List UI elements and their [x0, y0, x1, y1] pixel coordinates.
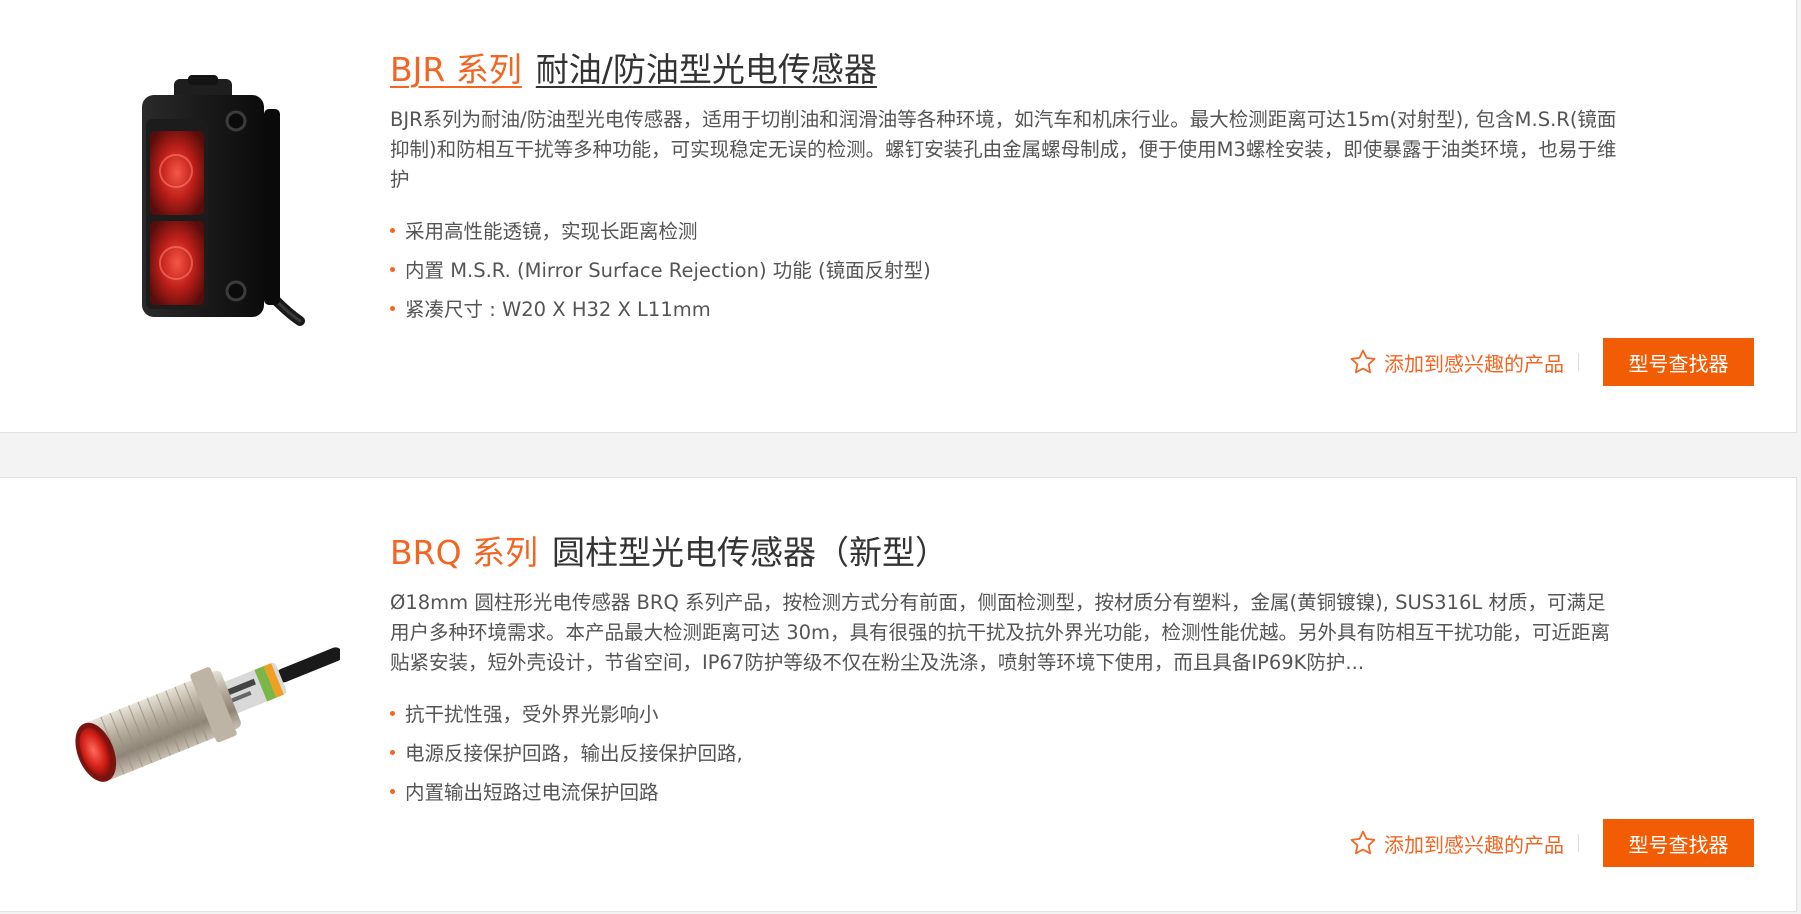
feature-list: 采用高性能透镜，实现长距离检测 内置 M.S.R. (Mirror Surfac… — [390, 212, 1620, 329]
model-finder-button[interactable]: 型号查找器 — [1603, 819, 1754, 867]
product-actions: 添加到感兴趣的产品 型号查找器 — [1348, 338, 1754, 386]
product-title[interactable]: BRQ 系列 圆柱型光电传感器（新型） — [390, 530, 1620, 576]
feature-item: 抗干扰性强，受外界光影响小 — [390, 695, 1620, 734]
product-title[interactable]: BJR 系列 耐油/防油型光电传感器 — [390, 47, 1620, 93]
feature-item: 电源反接保护回路，输出反接保护回路, — [390, 734, 1620, 773]
product-actions: 添加到感兴趣的产品 型号查找器 — [1348, 819, 1754, 867]
product-description: Ø18mm 圆柱形光电传感器 BRQ 系列产品，按检测方式分有前面，侧面检测型，… — [390, 591, 1611, 674]
star-outline-icon — [1350, 349, 1376, 374]
product-card-bjr: BJR 系列 耐油/防油型光电传感器 BJR系列为耐油/防油型光电传感器，适用于切… — [0, 0, 1797, 433]
add-to-favorites-label: 添加到感兴趣的产品 — [1384, 351, 1564, 376]
add-to-favorites-button[interactable]: 添加到感兴趣的产品 — [1348, 347, 1564, 377]
brq-sensor-illustration — [75, 647, 343, 782]
product-description: BJR系列为耐油/防油型光电传感器，适用于切削油和润滑油等各种环境，如汽车和机床… — [390, 108, 1617, 191]
action-divider — [1578, 353, 1579, 371]
star-outline-icon — [1350, 830, 1376, 855]
product-info-bjr: BJR 系列 耐油/防油型光电传感器 BJR系列为耐油/防油型光电传感器，适用于切… — [390, 47, 1620, 329]
model-finder-button[interactable]: 型号查找器 — [1603, 338, 1754, 386]
product-info-brq: BRQ 系列 圆柱型光电传感器（新型） Ø18mm 圆柱形光电传感器 BRQ 系列… — [390, 530, 1620, 812]
product-name-link[interactable]: 圆柱型光电传感器（新型） — [552, 533, 948, 572]
product-card-brq: BRQ 系列 圆柱型光电传感器（新型） Ø18mm 圆柱形光电传感器 BRQ 系列… — [0, 477, 1797, 912]
bjr-sensor-illustration — [142, 75, 305, 326]
add-to-favorites-button[interactable]: 添加到感兴趣的产品 — [1348, 828, 1564, 858]
feature-item: 内置输出短路过电流保护回路 — [390, 773, 1620, 812]
action-divider — [1578, 834, 1579, 852]
product-name-link[interactable]: 耐油/防油型光电传感器 — [536, 50, 877, 89]
feature-item: 内置 M.S.R. (Mirror Surface Rejection) 功能 … — [390, 251, 1620, 290]
feature-item: 紧凑尺寸 : W20 X H32 X L11mm — [390, 290, 1620, 329]
feature-list: 抗干扰性强，受外界光影响小 电源反接保护回路，输出反接保护回路, 内置输出短路过… — [390, 695, 1620, 812]
product-series-link[interactable]: BJR 系列 — [390, 50, 522, 89]
product-image-brq[interactable] — [50, 578, 343, 868]
product-list: BJR 系列 耐油/防油型光电传感器 BJR系列为耐油/防油型光电传感器，适用于切… — [0, 0, 1801, 914]
add-to-favorites-label: 添加到感兴趣的产品 — [1384, 832, 1564, 857]
product-series-link[interactable]: BRQ 系列 — [390, 533, 538, 572]
product-image-bjr[interactable] — [50, 59, 340, 349]
feature-item: 采用高性能透镜，实现长距离检测 — [390, 212, 1620, 251]
